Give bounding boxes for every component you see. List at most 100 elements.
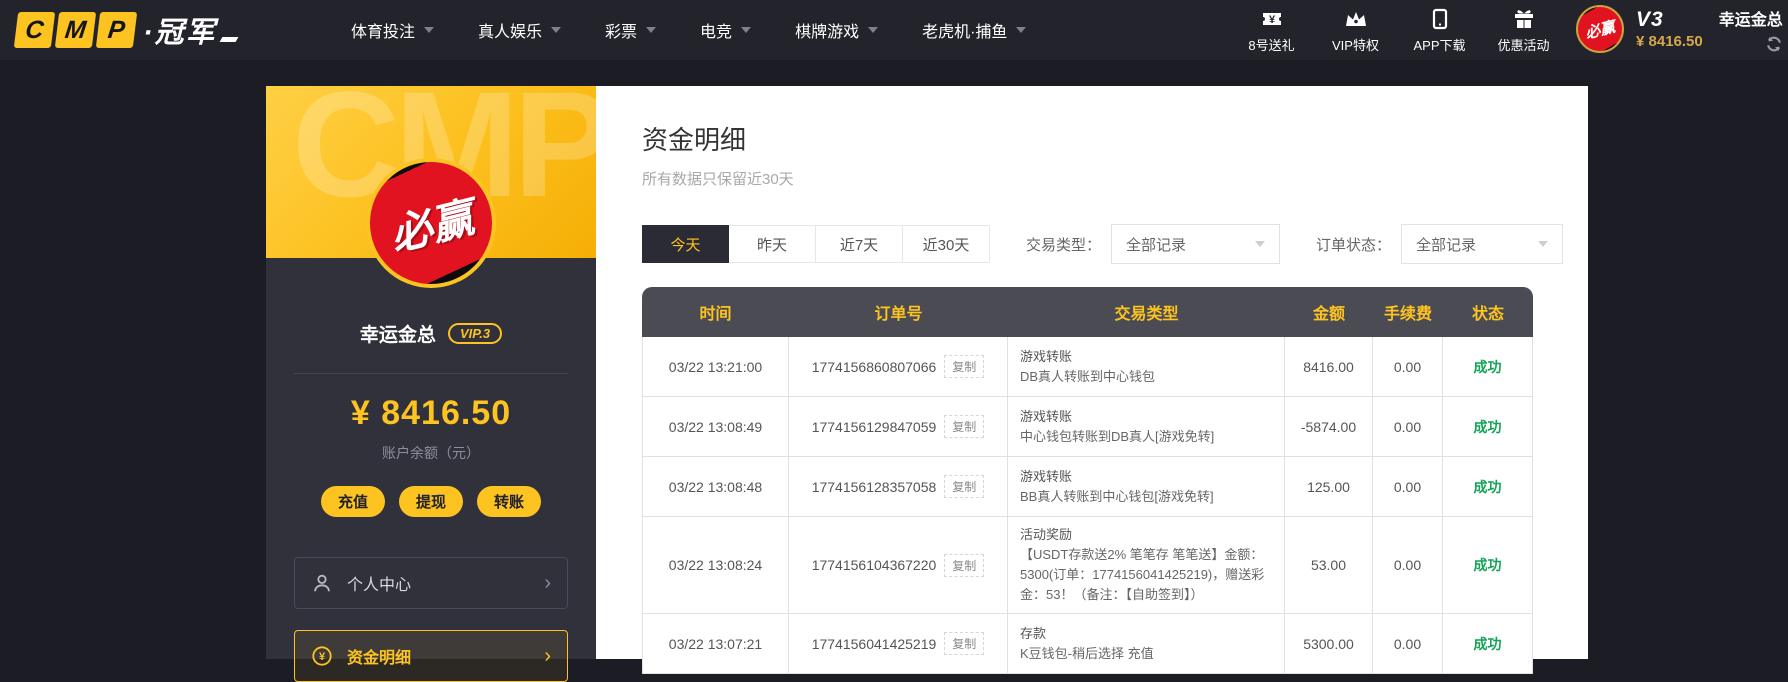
copy-button[interactable]: 复制 bbox=[944, 553, 985, 577]
table-body: 03/22 13:21:00 1774156860807066 复制 游戏转账 … bbox=[642, 337, 1533, 674]
tab-last7days[interactable]: 近7天 bbox=[816, 225, 903, 263]
username: 幸运金总 bbox=[1718, 11, 1783, 29]
nav-item-lottery[interactable]: 彩票 bbox=[605, 18, 657, 42]
page-title: 资金明细 bbox=[642, 125, 747, 155]
order-status-select[interactable]: 全部记录 bbox=[1401, 224, 1564, 264]
nav-item-slots-fishing[interactable]: 老虎机·捕鱼 bbox=[922, 18, 1027, 42]
cell-fee: 0.00 bbox=[1373, 517, 1443, 614]
cell-type: 游戏转账 DB真人转账到中心钱包 bbox=[1008, 337, 1285, 397]
filter-row: 今天 昨天 近7天 近30天 交易类型： 全部记录 订单状态： 全部记录 bbox=[642, 224, 1588, 264]
cell-time: 03/22 13:08:49 bbox=[642, 397, 789, 457]
cell-amount: 125.00 bbox=[1285, 457, 1373, 517]
cell-fee: 0.00 bbox=[1373, 337, 1443, 397]
account-balance: ¥ 8416.50 bbox=[350, 394, 512, 432]
sidebar-item-fund-details[interactable]: ¥ 资金明细 › bbox=[294, 630, 568, 682]
chevron-down-icon bbox=[1016, 27, 1027, 33]
quick-links: ¥ 8号送礼 VIP特权 APP下载 优惠活动 bbox=[1243, 7, 1552, 54]
cell-order: 1774156129847059 复制 bbox=[789, 397, 1008, 457]
chevron-down-icon bbox=[868, 27, 879, 33]
profile-sidebar: CMP 必赢 幸运金总 VIP.3 ¥ 8416.50 账户余额（元） 充值 提… bbox=[266, 86, 596, 682]
order-number: 1774156128357058 bbox=[811, 478, 937, 495]
table-row: 03/22 13:07:21 1774156041425219 复制 存款 K豆… bbox=[642, 614, 1533, 674]
vip-badge: VIP.3 bbox=[447, 323, 503, 344]
user-balance-block: V3 ¥ 8416.50 bbox=[1636, 5, 1703, 53]
quick-link-gift8[interactable]: ¥ 8号送礼 bbox=[1243, 7, 1300, 54]
logo-letter: P bbox=[95, 12, 138, 48]
cell-order: 1774156860807066 复制 bbox=[789, 337, 1008, 397]
tab-today[interactable]: 今天 bbox=[642, 225, 729, 263]
cell-amount: 8416.00 bbox=[1285, 337, 1373, 397]
cell-fee: 0.00 bbox=[1373, 397, 1443, 457]
table-header: 时间 订单号 交易类型 金额 手续费 状态 bbox=[642, 287, 1533, 337]
cell-order: 1774156041425219 复制 bbox=[789, 614, 1008, 674]
copy-button[interactable]: 复制 bbox=[944, 355, 985, 378]
order-status-label: 订单状态： bbox=[1316, 236, 1392, 254]
quick-link-app[interactable]: APP下载 bbox=[1411, 7, 1468, 54]
user-name-block: 幸运金总 bbox=[1719, 5, 1783, 53]
order-number: 1774156129847059 bbox=[811, 418, 937, 435]
ticket-icon: ¥ bbox=[1262, 13, 1281, 26]
nav-item-live-casino[interactable]: 真人娱乐 bbox=[478, 18, 562, 42]
transfer-button[interactable]: 转账 bbox=[477, 486, 541, 517]
chevron-down-icon bbox=[1255, 241, 1266, 247]
transactions-table: 时间 订单号 交易类型 金额 手续费 状态 03/22 13:21:00 177… bbox=[642, 287, 1533, 674]
top-bar: C M P ·冠军 体育投注 真人娱乐 彩票 电竞 棋牌游戏 老虎机·捕鱼 ¥ … bbox=[0, 0, 1788, 60]
divider bbox=[294, 373, 568, 374]
refresh-icon[interactable] bbox=[1765, 35, 1783, 53]
cell-fee: 0.00 bbox=[1373, 457, 1443, 517]
chevron-right-icon: › bbox=[544, 572, 551, 594]
avatar[interactable]: 必赢 bbox=[1576, 5, 1624, 53]
copy-button[interactable]: 复制 bbox=[944, 475, 985, 498]
logo-letter: C bbox=[13, 12, 56, 48]
svg-text:¥: ¥ bbox=[1268, 14, 1275, 26]
username-row: 幸运金总 VIP.3 bbox=[266, 320, 596, 347]
nav-item-sports[interactable]: 体育投注 bbox=[351, 18, 435, 42]
chevron-down-icon bbox=[424, 27, 435, 33]
nav-item-esports[interactable]: 电竞 bbox=[700, 18, 752, 42]
quick-link-vip[interactable]: VIP特权 bbox=[1327, 7, 1384, 54]
person-icon bbox=[314, 574, 330, 592]
chevron-down-icon bbox=[646, 27, 657, 33]
copy-button[interactable]: 复制 bbox=[944, 415, 985, 438]
sidebar-item-personal-center[interactable]: 个人中心 › bbox=[294, 557, 568, 609]
cell-order: 1774156128357058 复制 bbox=[789, 457, 1008, 517]
avatar[interactable]: 必赢 bbox=[366, 158, 496, 288]
topbar-balance: ¥ 8416.50 bbox=[1636, 32, 1703, 50]
cell-type: 游戏转账 中心钱包转账到DB真人[游戏免转] bbox=[1008, 397, 1285, 457]
chevron-right-icon: › bbox=[544, 645, 551, 667]
cell-status: 成功 bbox=[1443, 614, 1533, 674]
order-number: 1774156860807066 bbox=[811, 358, 937, 375]
cell-status: 成功 bbox=[1443, 397, 1533, 457]
tab-last30days[interactable]: 近30天 bbox=[903, 225, 990, 263]
withdraw-button[interactable]: 提现 bbox=[399, 486, 463, 517]
cell-status: 成功 bbox=[1443, 517, 1533, 614]
chevron-down-icon bbox=[551, 27, 562, 33]
cell-amount: -5874.00 bbox=[1285, 397, 1373, 457]
cell-time: 03/22 13:08:48 bbox=[642, 457, 789, 517]
site-logo[interactable]: C M P ·冠军 bbox=[13, 9, 239, 51]
transaction-type-label: 交易类型： bbox=[1026, 236, 1102, 254]
table-row: 03/22 13:08:48 1774156128357058 复制 游戏转账 … bbox=[642, 457, 1533, 517]
copy-button[interactable]: 复制 bbox=[944, 632, 985, 655]
transaction-type-select[interactable]: 全部记录 bbox=[1111, 224, 1281, 264]
logo-text: ·冠军 bbox=[143, 17, 217, 49]
deposit-button[interactable]: 充值 bbox=[321, 486, 385, 517]
logo-letter: M bbox=[54, 12, 97, 48]
tablet-icon bbox=[1432, 8, 1447, 30]
tab-yesterday[interactable]: 昨天 bbox=[729, 225, 816, 263]
page-subtitle: 所有数据只保留近30天 bbox=[642, 171, 794, 188]
balance-label: 账户余额（元） bbox=[382, 445, 480, 461]
quick-link-promos[interactable]: 优惠活动 bbox=[1495, 7, 1552, 54]
main-nav: 体育投注 真人娱乐 彩票 电竞 棋牌游戏 老虎机·捕鱼 bbox=[351, 0, 1027, 60]
cell-time: 03/22 13:08:24 bbox=[642, 517, 789, 614]
chevron-down-icon bbox=[1538, 241, 1549, 247]
nav-item-board-games[interactable]: 棋牌游戏 bbox=[795, 18, 879, 42]
wallet-actions: 充值 提现 转账 bbox=[266, 486, 596, 517]
order-number: 1774156041425219 bbox=[811, 635, 937, 652]
cell-type: 存款 K豆钱包-稍后选择 充值 bbox=[1008, 614, 1285, 674]
cell-status: 成功 bbox=[1443, 457, 1533, 517]
cell-amount: 5300.00 bbox=[1285, 614, 1373, 674]
cell-status: 成功 bbox=[1443, 337, 1533, 397]
cell-type: 游戏转账 BB真人转账到中心钱包[游戏免转] bbox=[1008, 457, 1285, 517]
order-number: 1774156104367220 bbox=[811, 557, 937, 573]
